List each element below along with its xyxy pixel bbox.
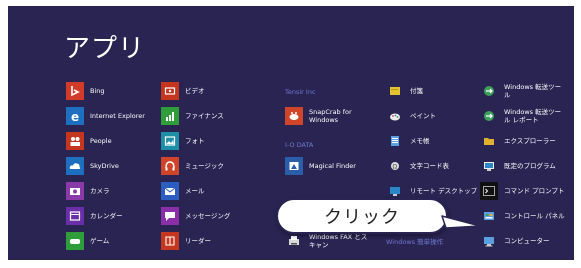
group-label-io-data: I-O DATA [285, 141, 314, 149]
app-label: フォト [185, 137, 205, 145]
app-photo[interactable]: フォト [161, 130, 205, 152]
app-calendar[interactable]: カレンダー [66, 205, 123, 227]
app-label: Windows 転送ツー ル レポート [504, 108, 562, 124]
app-label: Windows 転送ツー ル [504, 83, 562, 99]
sticky-note-icon [386, 82, 404, 100]
app-character-map[interactable]: Ω 文字コード表 [386, 155, 449, 177]
cloud-icon [66, 157, 84, 175]
app-label: ペイント [410, 112, 436, 120]
app-label: ゲーム [90, 237, 110, 245]
app-magical-finder[interactable]: Magical Finder [285, 155, 356, 177]
app-label: Internet Explorer [90, 112, 145, 120]
app-explorer[interactable]: エクスプローラー [480, 130, 556, 152]
app-snapcrab[interactable]: SnapCrab for Windows [285, 105, 352, 127]
app-command-prompt[interactable]: コマンド プロンプト [480, 180, 564, 202]
reader-icon [161, 232, 179, 250]
group-label-tensir: Tensir Inc [285, 88, 316, 96]
app-label: 文字コード表 [410, 162, 449, 170]
calendar-icon [66, 207, 84, 225]
default-programs-icon [480, 157, 498, 175]
app-reader[interactable]: リーダー [161, 230, 211, 252]
app-game[interactable]: ゲーム [66, 230, 109, 252]
app-mail[interactable]: メール [161, 180, 205, 202]
click-callout: クリック [276, 198, 448, 234]
snapcrab-icon [285, 107, 303, 125]
finance-icon [161, 107, 179, 125]
svg-text:e: e [71, 110, 79, 123]
notepad-icon [386, 132, 404, 150]
messaging-icon [161, 207, 179, 225]
app-label: リーダー [185, 237, 211, 245]
app-video[interactable]: ビデオ [161, 80, 205, 102]
mail-icon [161, 182, 179, 200]
app-internet-explorer[interactable]: e Internet Explorer [66, 105, 145, 127]
app-transfer-report[interactable]: Windows 転送ツー ル レポート [480, 105, 561, 127]
app-music[interactable]: ミュージック [161, 155, 224, 177]
page-title: アプリ [64, 34, 146, 64]
app-label: 既定のプログラム [504, 162, 556, 170]
paint-icon [386, 107, 404, 125]
folder-icon [480, 132, 498, 150]
camera-icon [66, 182, 84, 200]
bing-icon [66, 82, 84, 100]
app-skydrive[interactable]: SkyDrive [66, 155, 119, 177]
app-label: ミュージック [185, 162, 224, 170]
app-label: コマンド プロンプト [504, 187, 565, 195]
app-notepad[interactable]: メモ帳 [386, 130, 430, 152]
app-label: メッセージング [185, 212, 231, 220]
app-label: Magical Finder [309, 162, 356, 170]
character-map-icon: Ω [386, 157, 404, 175]
app-label: エクスプローラー [504, 137, 556, 145]
app-label: カメラ [90, 187, 110, 195]
svg-text:Ω: Ω [393, 164, 398, 171]
transfer-report-icon [480, 107, 498, 125]
transfer-tool-icon [480, 82, 498, 100]
app-label: SkyDrive [90, 162, 119, 170]
app-sticky-notes[interactable]: 付箋 [386, 80, 423, 102]
computer-icon [480, 232, 498, 250]
group-label-accessibility: Windows 簡単操作 [386, 238, 444, 246]
app-label: ファイナンス [185, 112, 224, 120]
app-label: People [90, 137, 112, 145]
app-bing[interactable]: Bing [66, 80, 105, 102]
game-icon [66, 232, 84, 250]
app-messaging[interactable]: メッセージング [161, 205, 230, 227]
app-control-panel[interactable]: コントロール パネル [480, 205, 565, 227]
people-icon [66, 132, 84, 150]
fax-icon [285, 232, 303, 250]
app-label: リモート デスクトップ [410, 187, 478, 195]
app-finance[interactable]: ファイナンス [161, 105, 224, 127]
internet-explorer-icon: e [66, 107, 84, 125]
video-icon [161, 82, 179, 100]
app-computer[interactable]: コンピューター [480, 230, 550, 252]
app-label: コントロール パネル [504, 212, 565, 220]
app-label: SnapCrab for Windows [309, 108, 352, 124]
headphones-icon [161, 157, 179, 175]
app-label: 付箋 [410, 87, 423, 95]
photo-icon [161, 132, 179, 150]
command-prompt-icon [480, 182, 498, 200]
app-paint[interactable]: ペイント [386, 105, 436, 127]
app-people[interactable]: People [66, 130, 112, 152]
app-default-programs[interactable]: 既定のプログラム [480, 155, 556, 177]
callout-pointer-icon [441, 215, 481, 229]
app-label: ビデオ [185, 87, 205, 95]
app-label: コンピューター [504, 237, 550, 245]
app-label: メモ帳 [410, 137, 430, 145]
app-label: Windows FAX とス キャン [309, 233, 368, 249]
app-label: メール [185, 187, 205, 195]
app-label: Bing [90, 87, 105, 95]
app-label: カレンダー [90, 212, 123, 220]
magical-finder-icon [285, 157, 303, 175]
app-camera[interactable]: カメラ [66, 180, 110, 202]
app-transfer-tool[interactable]: Windows 転送ツー ル [480, 80, 561, 102]
